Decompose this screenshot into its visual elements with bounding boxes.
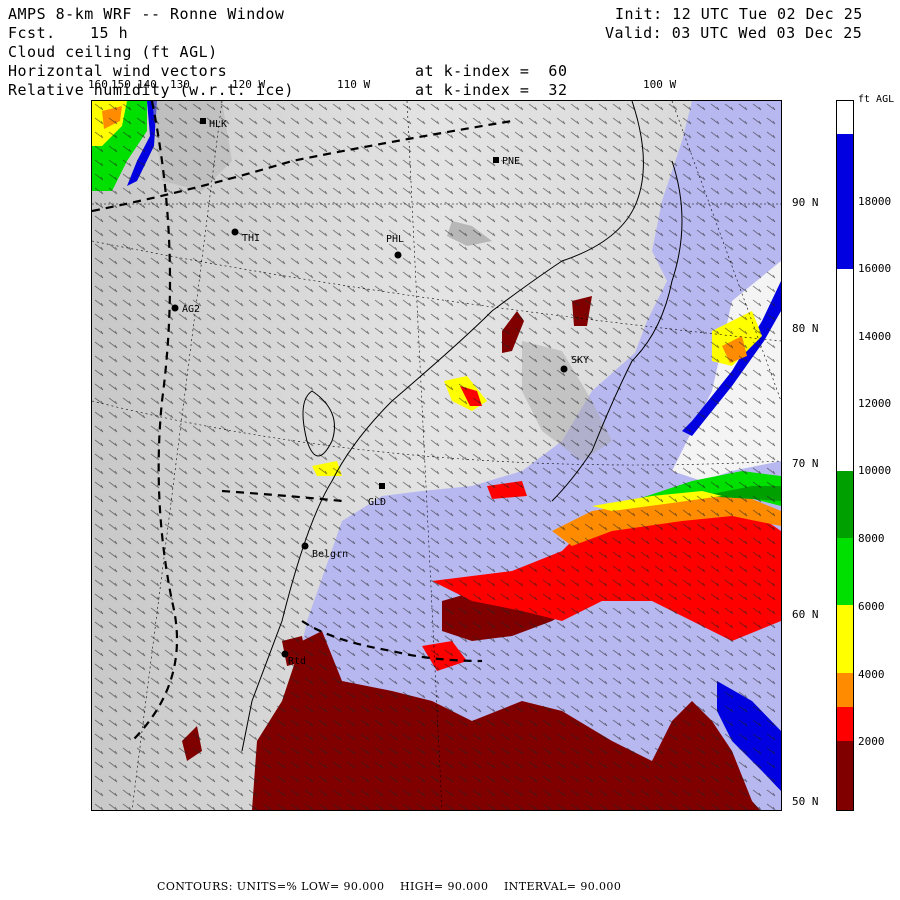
colorbar-segment <box>837 471 853 538</box>
colorbar-segment <box>837 134 853 269</box>
valid-time: Valid: 03 UTC Wed 03 Dec 25 <box>605 24 863 42</box>
colorbar-tick-label: 2000 <box>858 735 885 748</box>
colorbar-tick-label: 12000 <box>858 397 892 410</box>
colorbar-segment <box>837 707 853 741</box>
station-label: SKY <box>571 355 589 366</box>
contour-low: CONTOURS: UNITS=% LOW= 90.000 <box>157 880 385 893</box>
colorbar-segment <box>837 605 853 673</box>
contour-high: HIGH= 90.000 <box>400 880 489 893</box>
cloud-ceiling-colorbar <box>836 100 854 811</box>
lat-label: 90 N <box>792 196 819 209</box>
colorbar-tick-label: 10000 <box>858 464 892 477</box>
map-panel: HLK PNE THI PHL AG2 SKY GLD Belgrn Rtd <box>91 100 782 811</box>
forecast-label: Fcst. <box>8 24 56 42</box>
field-wind-vectors: Horizontal wind vectors <box>8 62 228 80</box>
contour-info: CONTOURS: UNITS=% LOW= 90.000 HIGH= 90.0… <box>157 880 621 893</box>
colorbar-unit: ft AGL <box>858 94 895 105</box>
lon-label: 140 <box>137 78 157 91</box>
lat-label: 70 N <box>792 457 819 470</box>
field-wind-level: at k-index = 60 <box>415 62 568 80</box>
station-label: Belgrn <box>312 549 348 560</box>
lon-label: 100 W <box>643 78 677 91</box>
colorbar-tick-label: 6000 <box>858 600 885 613</box>
field-cloud-ceiling: Cloud ceiling (ft AGL) <box>8 43 218 61</box>
colorbar-tick-label: 8000 <box>858 532 885 545</box>
forecast-hour: 15 h <box>90 24 129 42</box>
lat-label: 50 N <box>792 795 819 808</box>
colorbar-segment <box>837 673 853 707</box>
contour-interval: INTERVAL= 90.000 <box>503 880 622 893</box>
wind-vector-field <box>92 101 781 810</box>
station-label: GLD <box>368 497 386 508</box>
colorbar-segment <box>837 101 853 134</box>
init-time: Init: 12 UTC Tue 02 Dec 25 <box>615 5 863 23</box>
station-label: HLK <box>209 119 227 130</box>
colorbar-segment <box>837 269 853 471</box>
amps-chart-page: AMPS 8-km WRF -- Ronne Window Fcst. 15 h… <box>0 0 900 900</box>
lat-label: 60 N <box>792 608 819 621</box>
lon-label: 130 <box>170 78 190 91</box>
lon-label: 150 <box>111 78 131 91</box>
station-label: PHL <box>386 234 404 245</box>
station-label: Rtd <box>288 656 306 667</box>
lat-label: 80 N <box>792 322 819 335</box>
colorbar-segment <box>837 538 853 605</box>
station-label: THI <box>242 233 260 244</box>
lon-label: 110 W <box>337 78 371 91</box>
station-label: AG2 <box>182 304 200 315</box>
colorbar-tick-label: 18000 <box>858 195 892 208</box>
chart-title: AMPS 8-km WRF -- Ronne Window <box>8 5 285 23</box>
lon-label: 120 W <box>232 78 266 91</box>
colorbar-tick-label: 16000 <box>858 262 892 275</box>
colorbar-tick-label: 4000 <box>858 668 885 681</box>
colorbar-segment <box>837 741 853 810</box>
colorbar-tick-label: 14000 <box>858 330 892 343</box>
lon-label: 160 <box>88 78 108 91</box>
station-label: PNE <box>502 156 520 167</box>
field-rh-level: at k-index = 32 <box>415 81 568 99</box>
